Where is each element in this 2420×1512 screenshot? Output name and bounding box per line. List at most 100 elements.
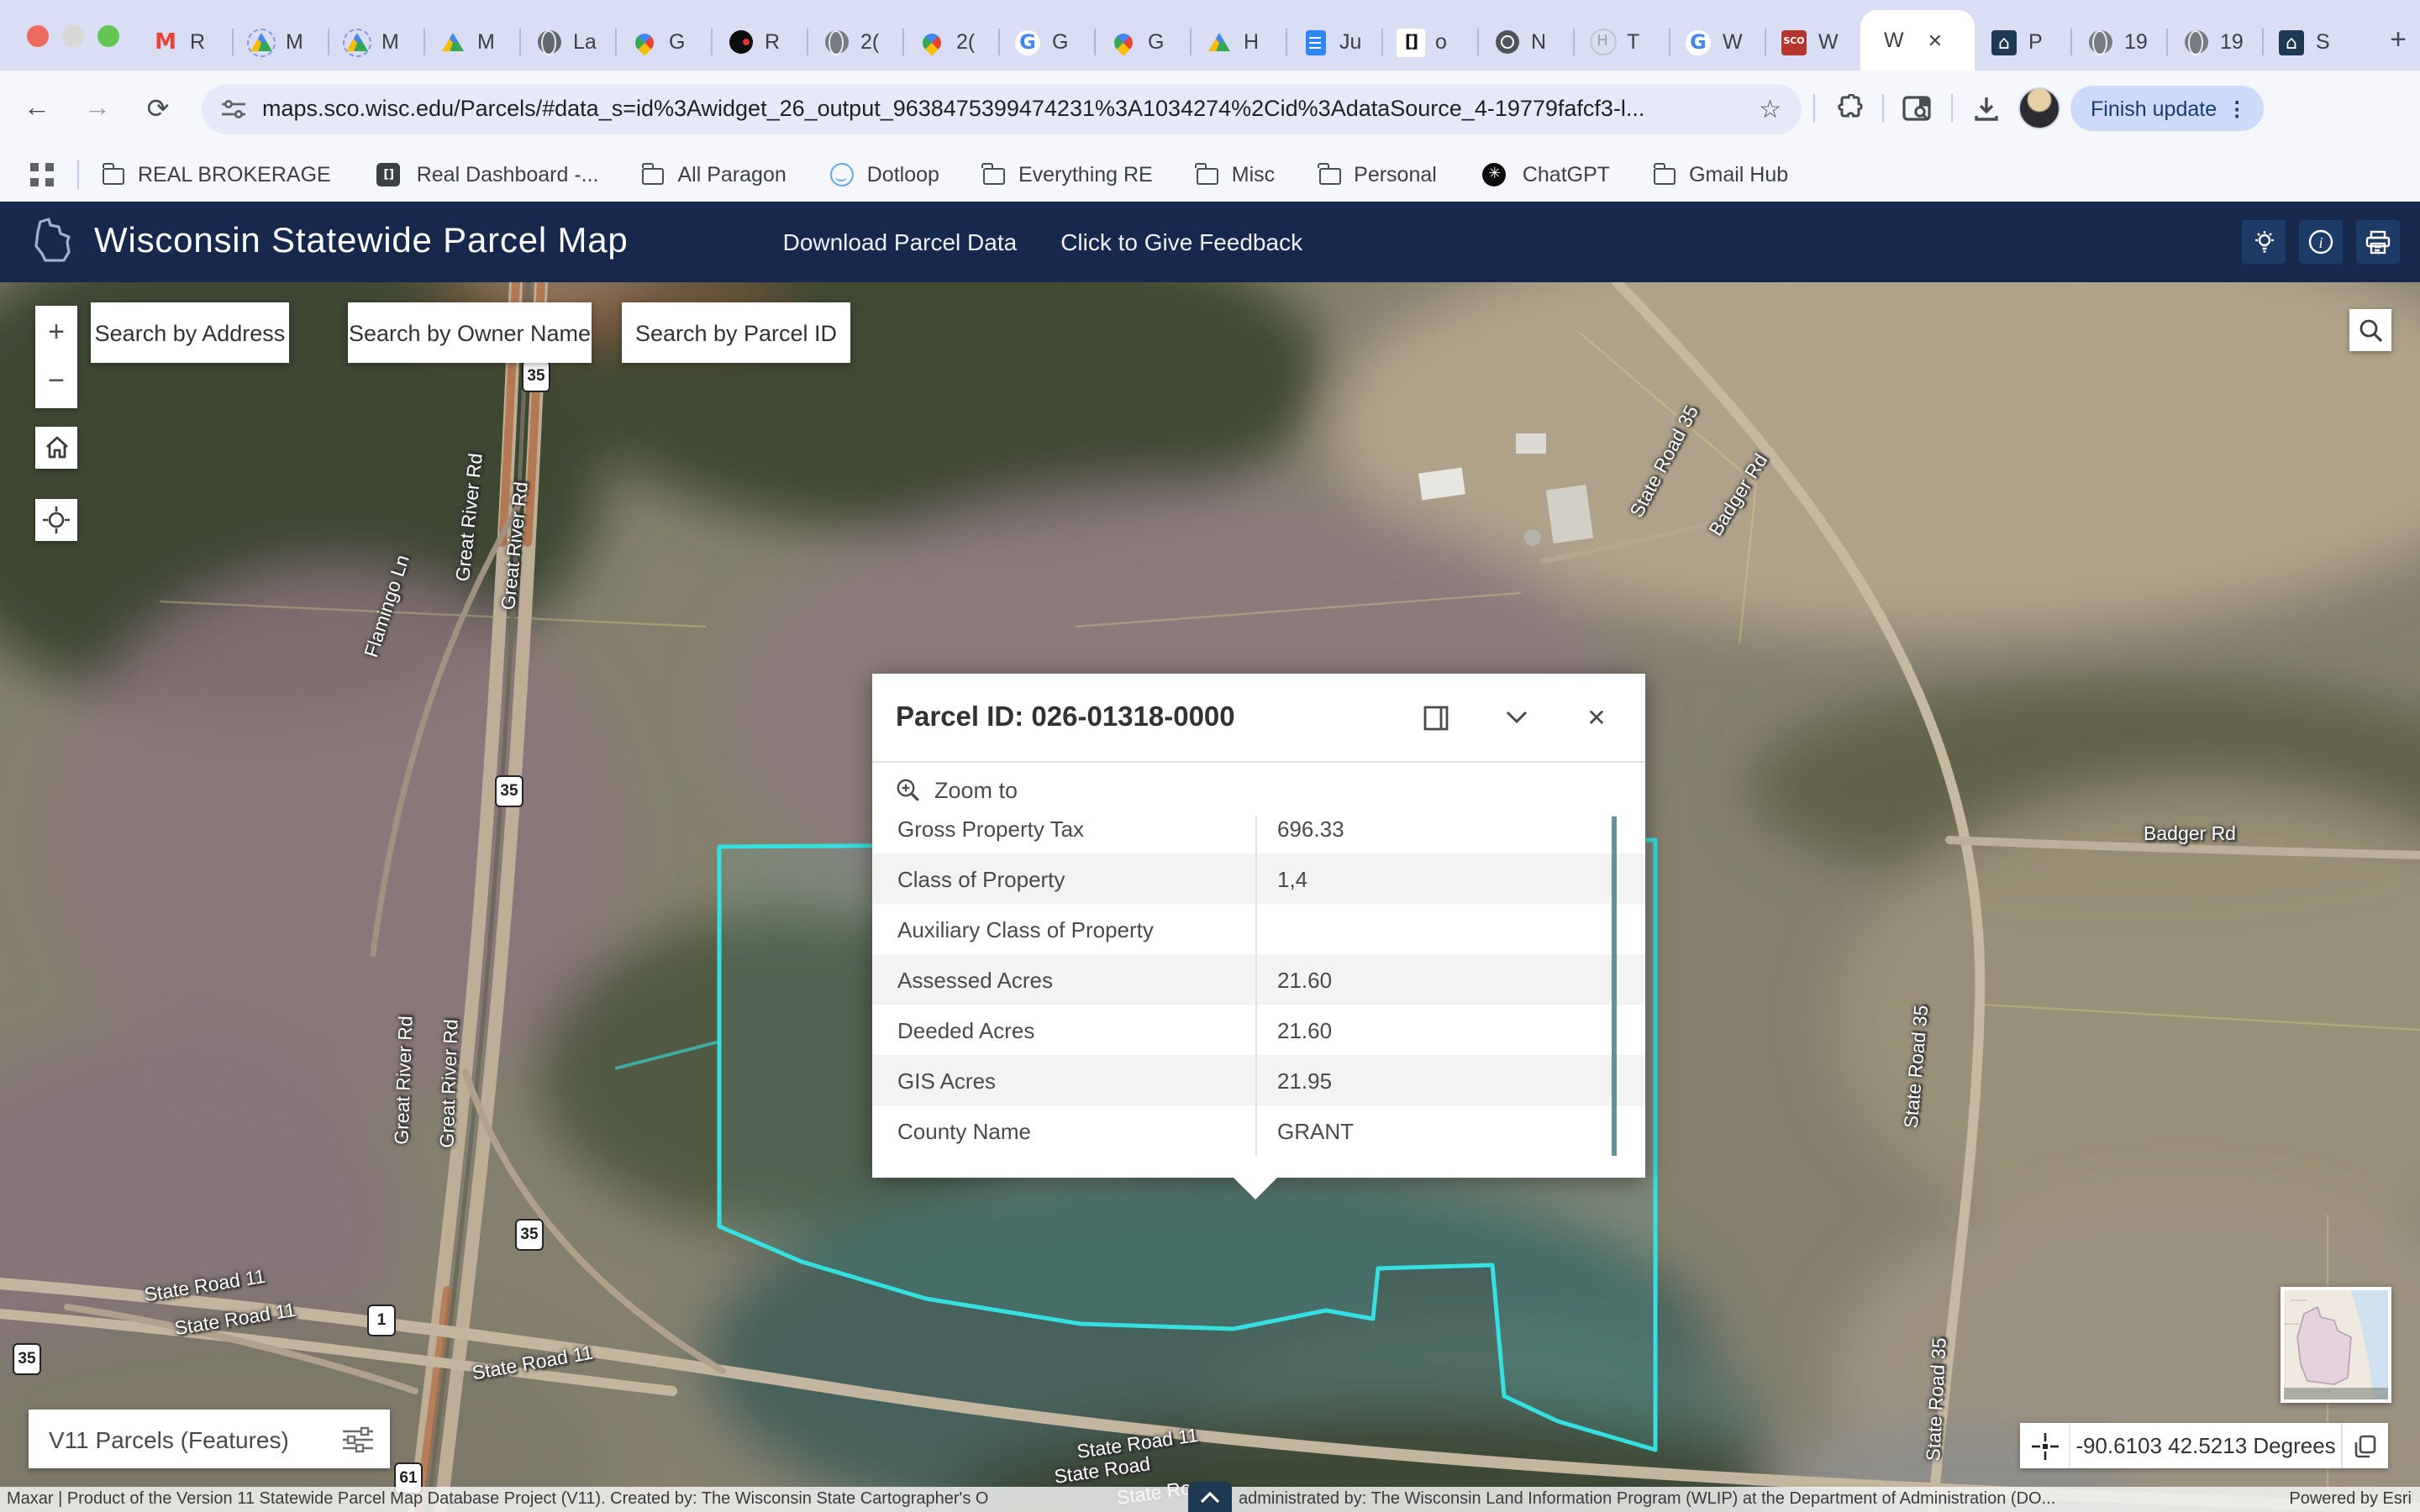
- attribution-text-right: administrated by: The Wisconsin Land Inf…: [1239, 1489, 2055, 1508]
- address-bar[interactable]: maps.sco.wisc.edu/Parcels/#data_s=id%3Aw…: [202, 83, 1802, 134]
- close-popup-icon[interactable]: ✕: [1571, 692, 1622, 743]
- home-extent-button[interactable]: [35, 427, 77, 469]
- collapse-popup-icon[interactable]: [1491, 692, 1541, 743]
- side-search-icon[interactable]: [1896, 87, 1939, 130]
- print-icon[interactable]: [2356, 220, 2400, 264]
- browser-tab[interactable]: o ✕: [1381, 13, 1477, 71]
- browser-tab[interactable]: P ✕: [1975, 13, 2070, 71]
- browser-tab[interactable]: S ✕: [2262, 13, 2358, 71]
- bookmarks-bar: REAL BROKERAGE Real Dashboard -... All P…: [0, 146, 2420, 202]
- tips-lightbulb-icon[interactable]: [2242, 220, 2286, 264]
- bookmark-item[interactable]: Gmail Hub: [1654, 162, 1788, 186]
- browser-tab[interactable]: R ✕: [136, 13, 232, 71]
- popup-pointer: [1234, 1178, 1277, 1200]
- downloads-icon[interactable]: [1965, 87, 2008, 130]
- bookmark-item[interactable]: Real Dashboard -...: [375, 160, 599, 188]
- zoom-in-button[interactable]: +: [48, 316, 65, 349]
- zoom-to-action[interactable]: Zoom to: [872, 761, 1645, 816]
- bookmark-item[interactable]: Misc: [1197, 162, 1275, 186]
- coordinate-readout: -90.6103 42.5213 Degrees: [2070, 1433, 2341, 1458]
- bookmark-item[interactable]: Everything RE: [983, 162, 1153, 186]
- dock-popup-icon[interactable]: [1410, 692, 1460, 743]
- tab-title: Ju: [1339, 30, 1361, 54]
- search-by-parcel-id-button[interactable]: Search by Parcel ID: [622, 302, 850, 363]
- bookmark-item[interactable]: ChatGPT: [1481, 160, 1610, 188]
- bookmark-label: All Paragon: [678, 162, 786, 186]
- crosshair-icon[interactable]: [2020, 1423, 2070, 1468]
- finish-update-button[interactable]: Finish update ⋮: [2070, 86, 2264, 131]
- browser-tab[interactable]: N ✕: [1477, 13, 1573, 71]
- browser-tab[interactable]: W ✕: [1765, 13, 1860, 71]
- reload-icon[interactable]: ⟳: [134, 85, 182, 132]
- site-controls-icon[interactable]: [222, 98, 245, 118]
- bookmark-item[interactable]: REAL BROKERAGE: [103, 162, 331, 186]
- layer-filter-sliders-icon[interactable]: [343, 1425, 373, 1452]
- info-icon[interactable]: i: [2299, 220, 2343, 264]
- layer-widget: V11 Parcels (Features): [29, 1410, 390, 1468]
- bookmark-star-icon[interactable]: ☆: [1759, 93, 1781, 123]
- tab-title: 19: [2124, 30, 2148, 54]
- search-by-address-button[interactable]: Search by Address: [91, 302, 289, 363]
- browser-tab[interactable]: H ✕: [1190, 13, 1286, 71]
- close-tab-icon[interactable]: ✕: [1928, 29, 1943, 51]
- zoom-out-button[interactable]: −: [48, 365, 65, 398]
- bookmark-item[interactable]: Dotloop: [830, 162, 939, 186]
- site-header: Wisconsin Statewide Parcel Map Download …: [0, 202, 2420, 282]
- search-by-owner-name-button[interactable]: Search by Owner Name: [348, 302, 592, 363]
- tab-favicon: [439, 28, 467, 56]
- tab-title: W: [1884, 29, 1904, 52]
- close-window-button[interactable]: [27, 24, 49, 46]
- download-parcel-data-link[interactable]: Download Parcel Data: [783, 228, 1018, 255]
- tab-favicon: [534, 28, 563, 56]
- map-canvas[interactable]: Flamingo LnGreat River RdGreat River RdG…: [0, 282, 2420, 1512]
- browser-tab[interactable]: G ✕: [998, 13, 1094, 71]
- browser-tab[interactable]: M ✕: [232, 13, 328, 71]
- browser-tab[interactable]: M ✕: [328, 13, 424, 71]
- forward-icon[interactable]: →: [74, 85, 121, 132]
- attribution-collapse-button[interactable]: [1188, 1482, 1232, 1512]
- minimize-window-button[interactable]: [62, 24, 84, 46]
- tab-title: M: [477, 30, 495, 54]
- new-tab-button[interactable]: +: [2376, 18, 2420, 62]
- overview-inset-map[interactable]: [2281, 1287, 2391, 1403]
- layer-widget-title: V11 Parcels (Features): [49, 1425, 343, 1452]
- map-search-button[interactable]: [2349, 309, 2391, 351]
- popup-scrollbar[interactable]: [1612, 816, 1617, 1156]
- browser-tab[interactable]: R ✕: [711, 13, 807, 71]
- browser-tab[interactable]: G ✕: [1094, 13, 1190, 71]
- tab-favicon: [1684, 28, 1712, 56]
- locate-me-button[interactable]: [35, 499, 77, 541]
- url-text[interactable]: maps.sco.wisc.edu/Parcels/#data_s=id%3Aw…: [262, 96, 1742, 121]
- tab-title: 19: [2220, 30, 2244, 54]
- browser-tab[interactable]: 2( ✕: [807, 13, 902, 71]
- browser-tab[interactable]: 19 ✕: [2166, 13, 2262, 71]
- browser-tab[interactable]: 2( ✕: [902, 13, 998, 71]
- back-icon[interactable]: ←: [13, 85, 60, 132]
- tab-favicon: [2181, 28, 2210, 56]
- extensions-puzzle-icon[interactable]: [1827, 87, 1870, 130]
- zoom-to-magnifier-icon: [896, 777, 921, 802]
- browser-tab[interactable]: Ju ✕: [1286, 13, 1381, 71]
- tab-favicon: [822, 28, 850, 56]
- apps-grid-icon[interactable]: [30, 162, 54, 186]
- attribute-label: Class of Property: [872, 853, 1257, 904]
- copy-coordinates-icon[interactable]: [2343, 1423, 2388, 1468]
- browser-tab[interactable]: 19 ✕: [2070, 13, 2166, 71]
- chrome-menu-icon[interactable]: ⋮: [2227, 97, 2247, 120]
- bookmark-item[interactable]: Personal: [1318, 162, 1437, 186]
- browser-tab[interactable]: La ✕: [519, 13, 615, 71]
- browser-tab[interactable]: M ✕: [424, 13, 519, 71]
- browser-tab[interactable]: W ✕: [1860, 10, 1975, 71]
- browser-tab[interactable]: T ✕: [1573, 13, 1669, 71]
- give-feedback-link[interactable]: Click to Give Feedback: [1060, 228, 1302, 255]
- browser-tab[interactable]: W ✕: [1669, 13, 1765, 71]
- profile-avatar[interactable]: [2018, 87, 2060, 129]
- bookmark-item[interactable]: All Paragon: [643, 162, 786, 186]
- tab-title: W: [1818, 30, 1839, 54]
- tab-favicon: [630, 28, 659, 56]
- attribute-label: Auxiliary Class of Property: [872, 904, 1257, 954]
- zoom-window-button[interactable]: [97, 24, 119, 46]
- window-controls: [0, 0, 136, 71]
- browser-tab[interactable]: G ✕: [615, 13, 711, 71]
- bookmark-label: Everything RE: [1018, 162, 1153, 186]
